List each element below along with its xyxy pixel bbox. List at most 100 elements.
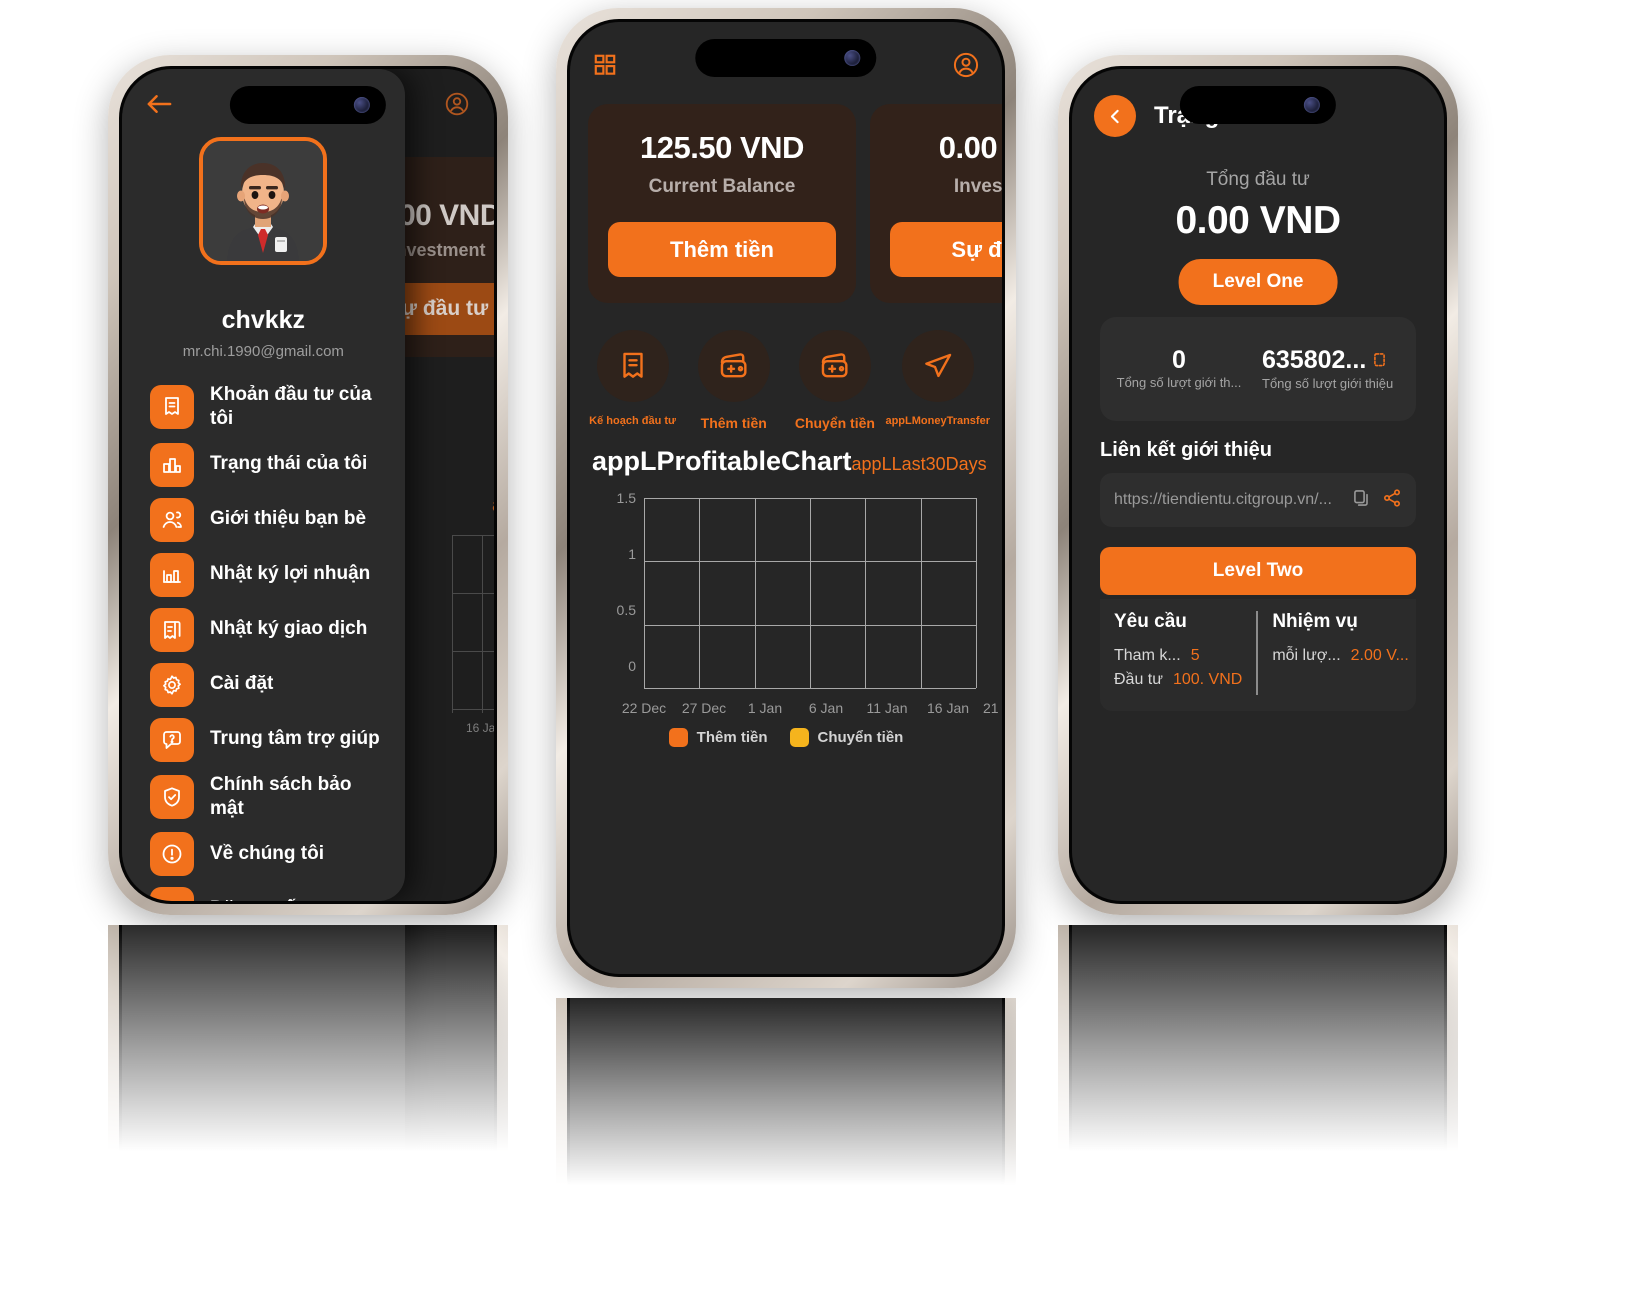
shield-check-icon bbox=[150, 774, 194, 819]
table-row: mỗi lượ... 2.00 V... bbox=[1272, 647, 1408, 665]
front-camera bbox=[354, 97, 371, 113]
total-caption: Tổng đầu tư bbox=[1206, 169, 1310, 190]
card-current-balance: 125.50 VND Current Balance Thêm tiền bbox=[588, 104, 856, 303]
receipt-icon bbox=[596, 330, 669, 402]
phone-3-body: Trạng thái Tổng đầu tư 0.00 VND Level On… bbox=[1069, 66, 1447, 904]
menu-item-logout[interactable]: Đăng xuất bbox=[150, 887, 395, 901]
wallet-add-icon bbox=[798, 330, 871, 402]
people-icon bbox=[150, 497, 194, 542]
stat-total-referrals: 0 Tổng số lượt giới th... bbox=[1100, 346, 1258, 391]
menu-item-label: Trung tâm trợ giúp bbox=[210, 728, 380, 750]
dynamic-island bbox=[1179, 86, 1337, 124]
chart-plot-area bbox=[644, 498, 977, 689]
wallet-add-icon bbox=[697, 330, 770, 402]
chart-xtick: 11 Jan bbox=[866, 700, 908, 716]
share-icon[interactable] bbox=[1382, 488, 1402, 513]
profile-icon[interactable] bbox=[952, 51, 980, 84]
row-label: Đầu tư bbox=[1114, 671, 1163, 688]
chart-ytick: 0 bbox=[628, 658, 636, 674]
investment-button[interactable]: Sự đầu tư bbox=[890, 222, 1002, 277]
phone-2-frame: st 125.50 VND Current Balance Thêm tiền bbox=[556, 8, 1016, 988]
row-value: 100. VND bbox=[1172, 671, 1243, 688]
menu-item-refer-friends[interactable]: Giới thiệu bạn bè bbox=[150, 497, 395, 542]
stat-caption: Tổng số lượt giới thiệu bbox=[1262, 375, 1394, 391]
quick-action-transfer-money[interactable]: Chuyển tiền bbox=[784, 330, 885, 431]
gear-icon bbox=[150, 662, 194, 707]
row-value: 2.00 V... bbox=[1350, 647, 1409, 664]
profile-icon[interactable] bbox=[444, 91, 470, 122]
quick-action-add-money[interactable]: Thêm tiền bbox=[683, 330, 784, 431]
front-camera bbox=[844, 50, 861, 66]
column-header: Yêu cầu bbox=[1114, 611, 1187, 632]
quick-action-investment-plan[interactable]: Kế hoạch đầu tư bbox=[582, 330, 683, 431]
back-chevron-icon[interactable] bbox=[1094, 95, 1136, 137]
phone-2-body: st 125.50 VND Current Balance Thêm tiền bbox=[567, 19, 1005, 977]
menu-item-my-status[interactable]: Trạng thái của tôi bbox=[150, 442, 395, 487]
phone-2-reflection bbox=[556, 998, 1016, 1238]
chart-legend: Thêm tiền Chuyển tiền bbox=[570, 728, 1002, 747]
chart-xtick: 27 Dec bbox=[681, 700, 727, 716]
menu-item-label: Chính sách bảo mật bbox=[210, 773, 352, 819]
receipt-icon bbox=[150, 385, 194, 430]
chart-xtick: 16 Jan bbox=[926, 700, 970, 716]
quick-action-label: Kế hoạch đầu tư bbox=[589, 415, 676, 427]
level-two-badge[interactable]: Level Two bbox=[1100, 547, 1416, 595]
back-arrow-icon[interactable] bbox=[146, 93, 173, 120]
chart-xtick: 22 Dec bbox=[621, 700, 667, 716]
stat-value: 635802... bbox=[1262, 345, 1367, 374]
avatar[interactable] bbox=[199, 137, 328, 265]
p1-bg-chart-range[interactable]: appLLast30Days bbox=[492, 495, 494, 516]
profit-chart: 1.5 1 0.5 0 22 Dec 27 Dec 1 Jan 6 Jan 11… bbox=[592, 490, 1002, 720]
menu-item-label: Về chúng tôi bbox=[210, 843, 324, 865]
level-one-badge[interactable]: Level One bbox=[1178, 259, 1338, 305]
table-column-tasks: Nhiệm vụ mỗi lượ... 2.00 V... bbox=[1256, 611, 1422, 695]
chart-range-selector[interactable]: appLLast30Days bbox=[852, 454, 987, 475]
menu-item-about-us[interactable]: Về chúng tôi bbox=[150, 832, 395, 877]
legend-swatch bbox=[668, 728, 688, 747]
menu-item-label: Nhật ký giao dịch bbox=[210, 618, 368, 640]
info-icon bbox=[150, 832, 194, 877]
reflection-fade bbox=[108, 925, 508, 1215]
chart-title: appLProfitableChart bbox=[592, 446, 852, 476]
copy-icon[interactable] bbox=[1372, 351, 1392, 376]
grid-menu-icon[interactable] bbox=[592, 52, 618, 83]
add-money-button[interactable]: Thêm tiền bbox=[608, 222, 836, 277]
reflection-fade bbox=[1058, 925, 1458, 1215]
referral-stats-panel: 0 Tổng số lượt giới th... 635802... Tổng… bbox=[1100, 317, 1416, 421]
copy-icon[interactable] bbox=[1352, 488, 1372, 513]
transaction-icon bbox=[150, 607, 194, 652]
menu-item-my-investment[interactable]: Khoản đầu tư của tôi bbox=[150, 383, 395, 432]
bar-chart-icon bbox=[150, 442, 194, 487]
row-value: 5 bbox=[1190, 647, 1200, 664]
row-label: Tham k... bbox=[1114, 647, 1181, 664]
front-camera bbox=[1304, 97, 1321, 113]
stat-value: 0 bbox=[1172, 346, 1186, 375]
quick-action-label: Thêm tiền bbox=[700, 415, 767, 431]
menu-item-transaction-log[interactable]: Nhật ký giao dịch bbox=[150, 607, 395, 652]
chart-ytick: 1 bbox=[628, 546, 636, 562]
menu-item-label: Khoản đầu tư của tôi bbox=[210, 384, 372, 430]
card-label: Current Balance bbox=[648, 176, 796, 197]
phone-1-reflection: Khoản đầu tư của tôi Trạng thái của tôi … bbox=[108, 925, 508, 1215]
table-row: Đầu tư 100. VND bbox=[1114, 671, 1242, 689]
legend-item-transfer-money[interactable]: Chuyển tiền bbox=[789, 728, 903, 747]
row-label: mỗi lượ... bbox=[1272, 647, 1341, 664]
menu-item-settings[interactable]: Cài đặt bbox=[150, 662, 395, 707]
card-amount: 0.00 VND bbox=[938, 130, 1002, 165]
phone-1-screen: 0.00 VND Investment Sự đầu tư appLMoneyT… bbox=[122, 69, 494, 901]
table-row: Tham k... 5 bbox=[1114, 647, 1242, 665]
dynamic-island bbox=[695, 39, 877, 77]
menu-item-label: Nhật ký lợi nhuận bbox=[210, 563, 371, 585]
menu-item-profit-log[interactable]: Nhật ký lợi nhuận bbox=[150, 552, 395, 597]
legend-item-add-money[interactable]: Thêm tiền bbox=[668, 728, 768, 747]
menu-item-help-center[interactable]: Trung tâm trợ giúp bbox=[150, 717, 395, 762]
menu-item-privacy-policy[interactable]: Chính sách bảo mật bbox=[150, 773, 395, 822]
phone-1-body: 0.00 VND Investment Sự đầu tư appLMoneyT… bbox=[119, 66, 497, 904]
referral-link-field[interactable]: https://tiendientu.citgroup.vn/... bbox=[1100, 473, 1416, 527]
chart-header: appLProfitableChart appLLast30Days bbox=[592, 446, 987, 477]
balance-cards: 125.50 VND Current Balance Thêm tiền 0.0… bbox=[588, 104, 1002, 303]
chart-ytick: 1.5 bbox=[616, 490, 636, 506]
quick-action-money-transfer[interactable]: appLMoneyTransfer bbox=[885, 330, 990, 431]
legend-swatch bbox=[789, 728, 809, 747]
quick-action-label: Chuyển tiền bbox=[794, 415, 875, 431]
